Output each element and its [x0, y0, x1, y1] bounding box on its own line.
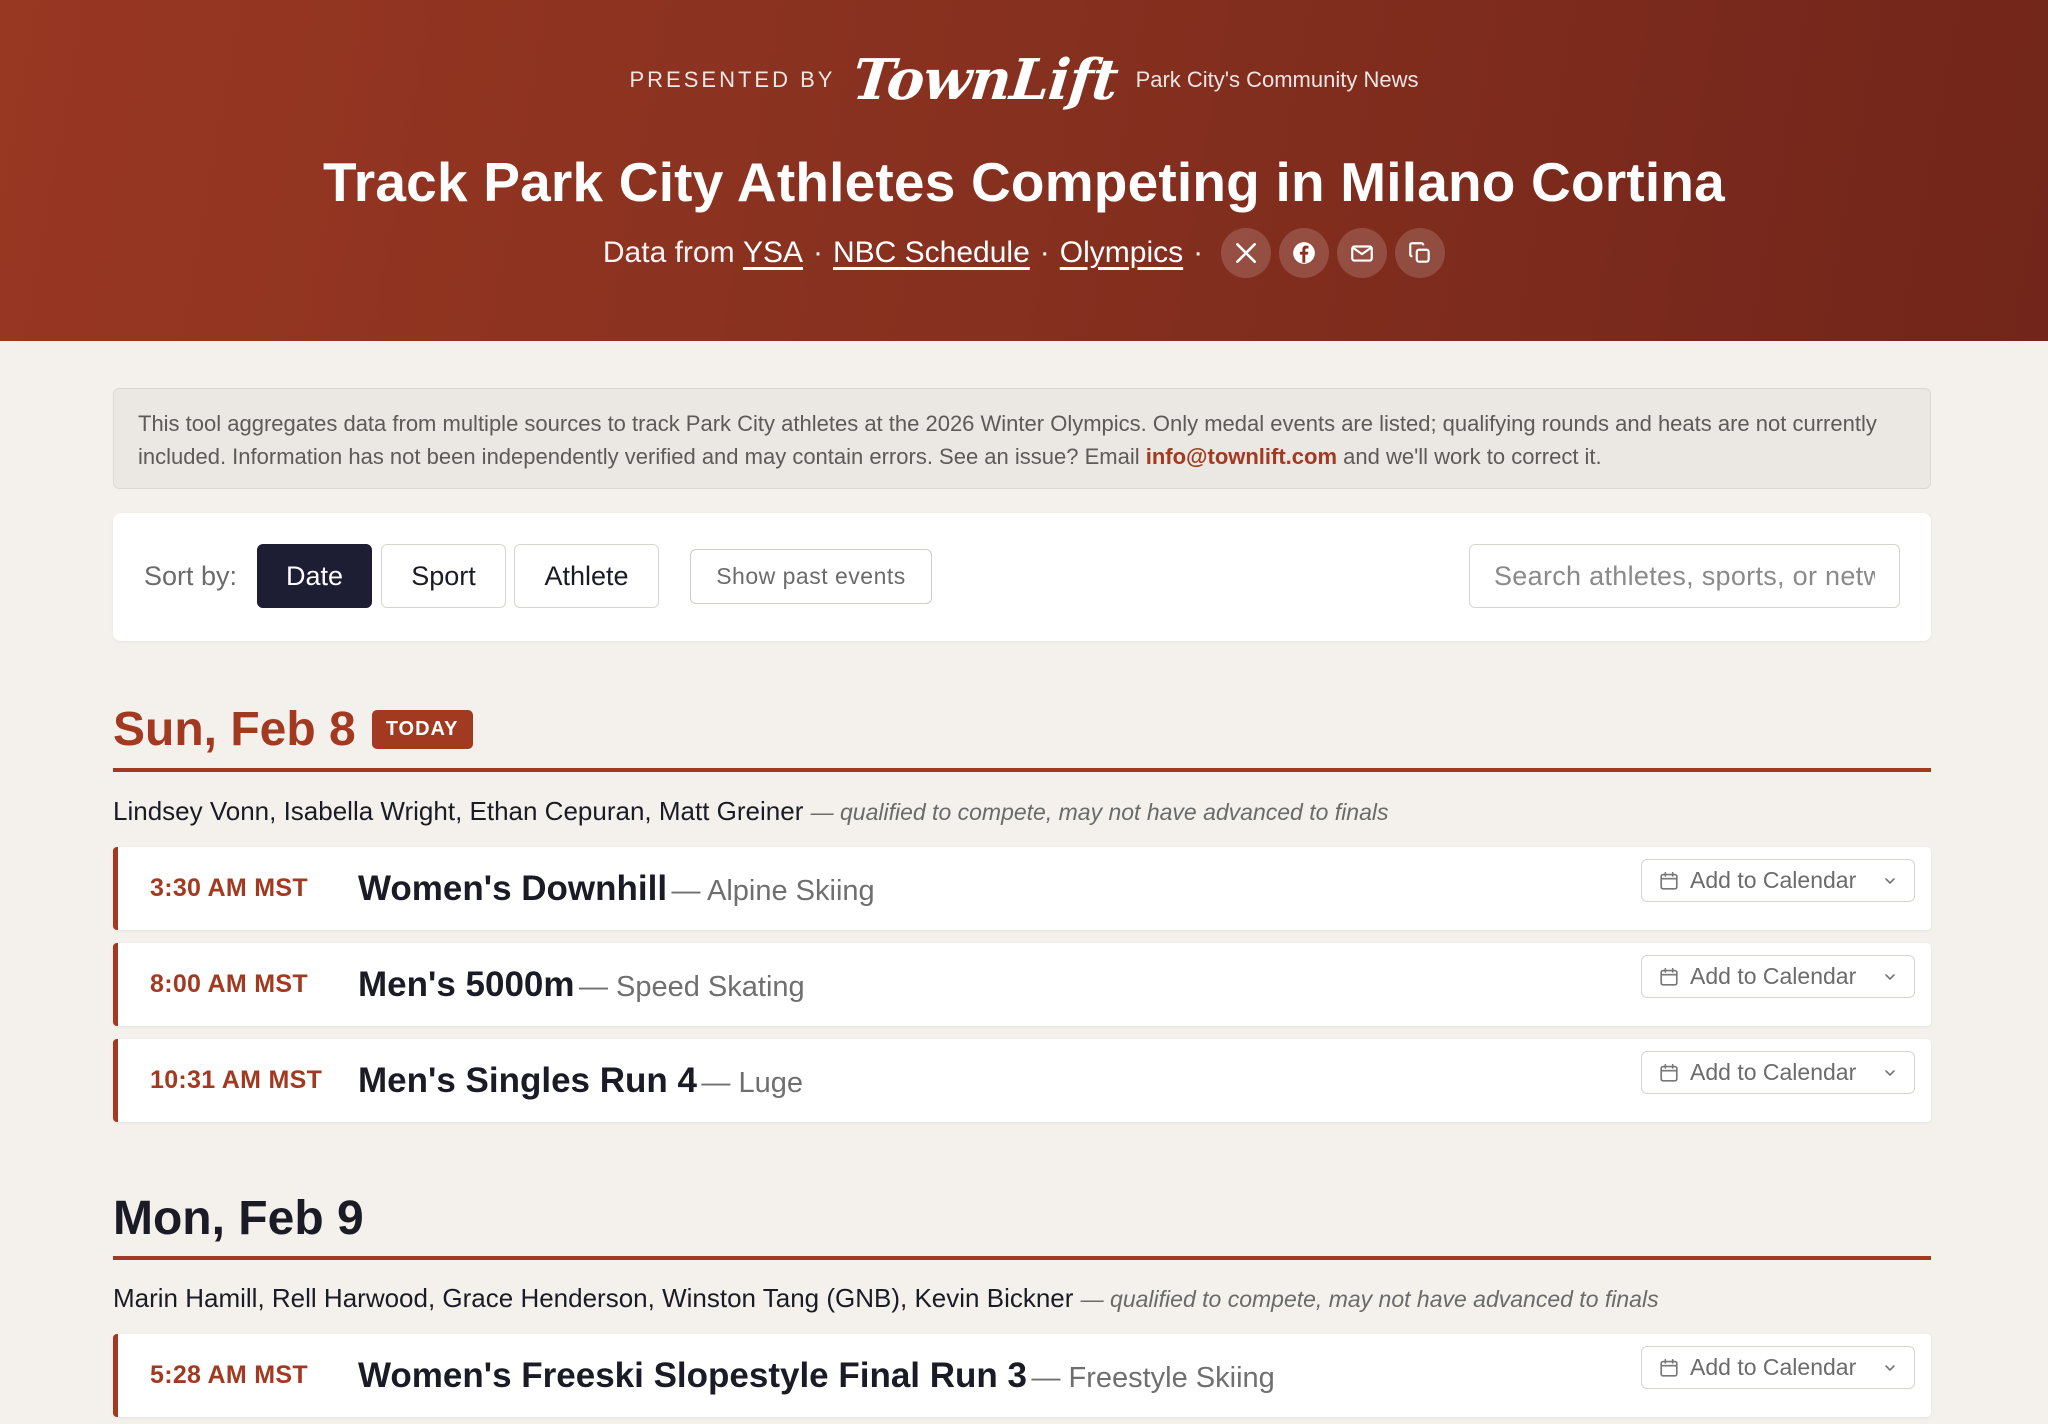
page-header: PRESENTED BY TownLift Park City's Commun… — [0, 0, 2048, 341]
event-card: 8:00 AM MST Men's 5000m — Speed Skating … — [113, 943, 1931, 1026]
event-name: Women's Downhill — [358, 869, 668, 908]
event-title: Men's 5000m — Speed Skating — [358, 943, 805, 1026]
qualification-note: — qualified to compete, may not have adv… — [1080, 1286, 1659, 1312]
today-badge: TODAY — [371, 709, 473, 749]
day-header: Sun, Feb 8 TODAY — [113, 690, 1931, 772]
calendar-button-label: Add to Calendar — [1690, 963, 1857, 989]
athlete-names: Lindsey Vonn, Isabella Wright, Ethan Cep… — [113, 796, 804, 826]
controls-bar: Sort by: Date Sport Athlete Show past ev… — [113, 513, 1931, 641]
notice-text: This tool aggregates data from multiple … — [138, 411, 1877, 469]
source-link-olympics[interactable]: Olympics — [1060, 236, 1183, 270]
separator: · — [1039, 236, 1050, 269]
calendar-icon — [1660, 1358, 1678, 1377]
share-x-button[interactable] — [1221, 228, 1272, 278]
day-header: Mon, Feb 9 — [113, 1180, 1931, 1260]
copy-icon — [1409, 242, 1430, 263]
event-sport: — Speed Skating — [578, 971, 805, 1003]
disclaimer-notice: This tool aggregates data from multiple … — [113, 388, 1931, 489]
event-card: 10:31 AM MST Men's Singles Run 4 — Luge … — [113, 1039, 1931, 1122]
day-athletes: Marin Hamill, Rell Harwood, Grace Hender… — [113, 1283, 1931, 1314]
event-time: 10:31 AM MST — [150, 1066, 323, 1094]
share-facebook-button[interactable] — [1279, 228, 1330, 278]
qualification-note: — qualified to compete, may not have adv… — [810, 799, 1389, 825]
townlift-logo[interactable]: TownLift — [850, 47, 1121, 113]
event-name: Men's Singles Run 4 — [358, 1061, 697, 1100]
notice-text-end: and we'll work to correct it. — [1337, 444, 1602, 469]
event-time: 8:00 AM MST — [150, 970, 308, 998]
event-sport: — Luge — [701, 1067, 803, 1099]
contact-email-link[interactable]: info@townlift.com — [1146, 444, 1337, 469]
sort-athlete-button[interactable]: Athlete — [514, 544, 659, 608]
chevron-down-icon — [1885, 1069, 1895, 1076]
copy-link-button[interactable] — [1395, 228, 1446, 278]
calendar-button-label: Add to Calendar — [1690, 1354, 1857, 1380]
presented-by: PRESENTED BY TownLift Park City's Commun… — [0, 47, 2048, 113]
source-link-ysa[interactable]: YSA — [743, 236, 803, 270]
event-sport: — Freestyle Skiing — [1031, 1362, 1275, 1394]
add-to-calendar-button[interactable]: Add to Calendar — [1641, 955, 1915, 998]
day-date: Mon, Feb 9 — [113, 1191, 364, 1245]
event-time: 3:30 AM MST — [150, 874, 308, 902]
presented-by-label: PRESENTED BY — [629, 67, 836, 92]
facebook-icon — [1293, 242, 1315, 264]
data-sources: Data from YSA · NBC Schedule · Olympics … — [0, 228, 2048, 278]
separator: · — [1193, 236, 1204, 269]
calendar-icon — [1660, 871, 1678, 890]
event-card: 3:30 AM MST Women's Downhill — Alpine Sk… — [113, 847, 1931, 930]
event-sport: — Alpine Skiing — [671, 875, 875, 907]
chevron-down-icon — [1885, 973, 1895, 980]
calendar-button-label: Add to Calendar — [1690, 1059, 1857, 1085]
x-icon — [1236, 243, 1257, 263]
calendar-icon — [1660, 1063, 1678, 1082]
mail-icon — [1351, 245, 1373, 262]
event-name: Women's Freeski Slopestyle Final Run 3 — [358, 1356, 1027, 1395]
event-card: 5:28 AM MST Women's Freeski Slopestyle F… — [113, 1334, 1931, 1417]
event-time: 5:28 AM MST — [150, 1361, 308, 1389]
sort-date-button[interactable]: Date — [257, 544, 372, 608]
athlete-names: Marin Hamill, Rell Harwood, Grace Hender… — [113, 1283, 1074, 1313]
page-title: Track Park City Athletes Competing in Mi… — [323, 151, 1725, 213]
separator: · — [812, 236, 823, 269]
calendar-button-label: Add to Calendar — [1690, 867, 1857, 893]
share-email-button[interactable] — [1337, 228, 1388, 278]
search-input[interactable] — [1469, 544, 1900, 608]
chevron-down-icon — [1885, 1364, 1895, 1371]
source-link-nbc-schedule[interactable]: NBC Schedule — [833, 236, 1030, 270]
event-title: Women's Freeski Slopestyle Final Run 3 —… — [358, 1334, 1275, 1417]
add-to-calendar-button[interactable]: Add to Calendar — [1641, 1051, 1915, 1094]
day-date: Sun, Feb 8 — [113, 702, 356, 756]
sort-sport-button[interactable]: Sport — [381, 544, 506, 608]
show-past-events-button[interactable]: Show past events — [690, 549, 932, 604]
chevron-down-icon — [1885, 877, 1895, 884]
event-title: Men's Singles Run 4 — Luge — [358, 1039, 803, 1122]
sort-label: Sort by: — [144, 561, 238, 591]
tagline: Park City's Community News — [1135, 67, 1419, 92]
event-name: Men's 5000m — [358, 965, 575, 1004]
add-to-calendar-button[interactable]: Add to Calendar — [1641, 1346, 1915, 1389]
add-to-calendar-button[interactable]: Add to Calendar — [1641, 859, 1915, 902]
calendar-icon — [1660, 967, 1678, 986]
sources-prefix: Data from — [602, 236, 735, 269]
event-title: Women's Downhill — Alpine Skiing — [358, 847, 875, 930]
day-athletes: Lindsey Vonn, Isabella Wright, Ethan Cep… — [113, 796, 1931, 827]
